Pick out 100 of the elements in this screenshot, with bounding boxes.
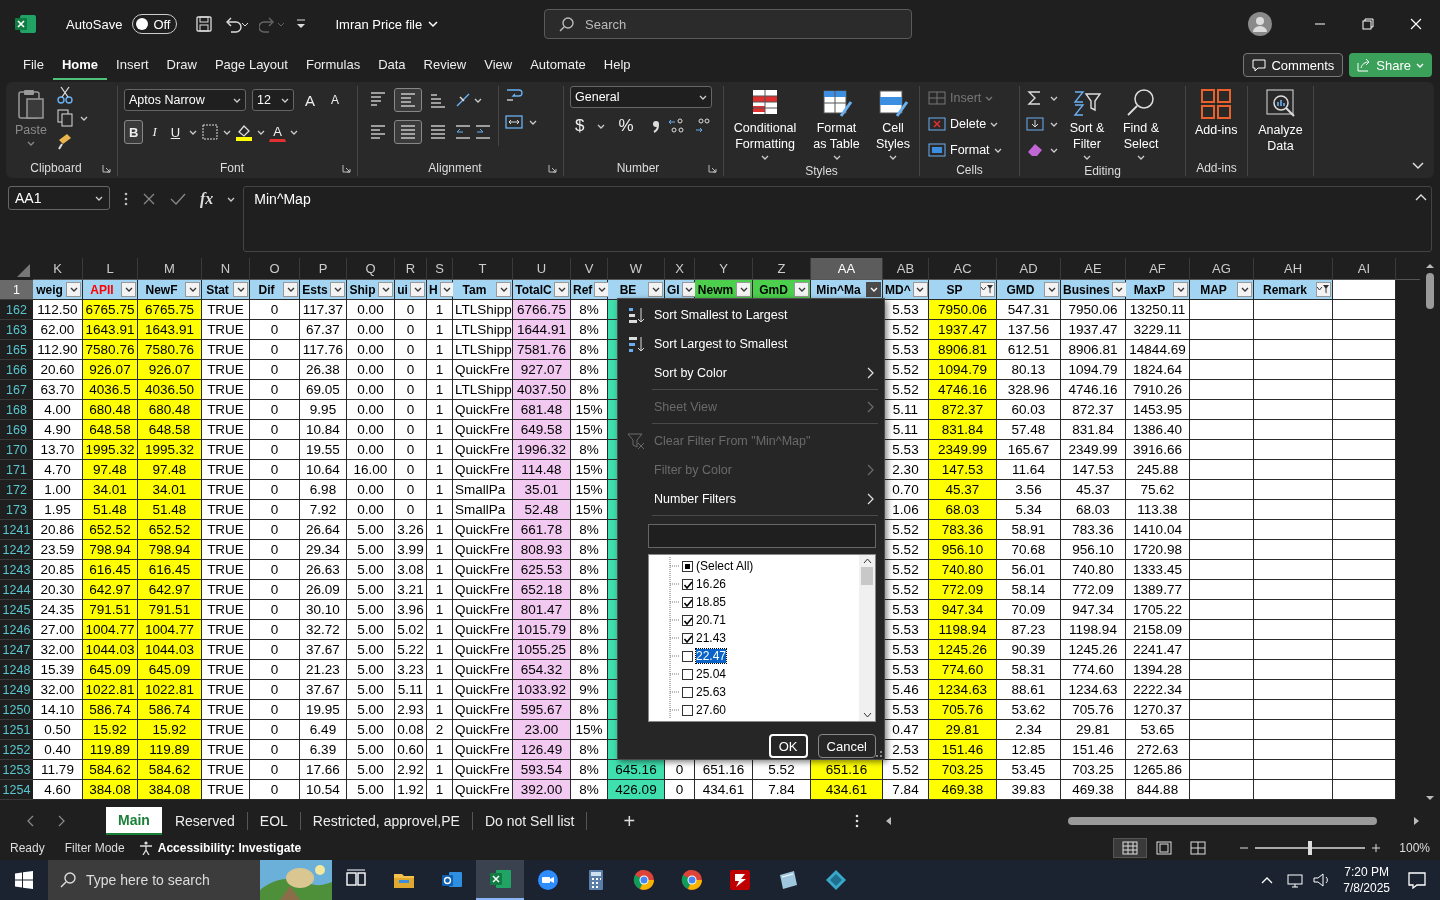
close-icon[interactable] bbox=[1410, 18, 1422, 30]
caret-icon[interactable] bbox=[1240, 286, 1249, 293]
add-sheet-button[interactable]: + bbox=[617, 808, 642, 834]
menu-item[interactable]: Number Filters bbox=[618, 484, 884, 513]
comments-button[interactable]: Comments bbox=[1243, 53, 1344, 77]
scroll-up-icon[interactable] bbox=[1425, 262, 1435, 269]
file-name[interactable]: Imran Price file bbox=[329, 15, 445, 33]
decrease-indent-icon[interactable] bbox=[454, 123, 472, 141]
sheet-tab[interactable]: Main bbox=[106, 807, 162, 835]
checkbox[interactable] bbox=[682, 668, 693, 680]
filter-button[interactable] bbox=[185, 282, 200, 297]
filter-button[interactable] bbox=[912, 282, 928, 297]
caret-icon[interactable] bbox=[651, 286, 660, 293]
value-label[interactable]: 18.85 bbox=[696, 595, 727, 609]
sheet-tab[interactable]: Reserved bbox=[162, 812, 248, 830]
chevron-up-icon[interactable] bbox=[1261, 876, 1274, 884]
find-select-button[interactable]: Find & Select bbox=[1116, 86, 1166, 163]
filter-button[interactable] bbox=[233, 282, 248, 297]
value-label[interactable]: 22.47 bbox=[696, 649, 727, 663]
checkbox[interactable] bbox=[682, 650, 693, 662]
dialog-launcher-icon[interactable] bbox=[342, 163, 351, 173]
value-label[interactable]: (Select All) bbox=[696, 559, 754, 573]
menu-tab[interactable]: Help bbox=[594, 50, 640, 80]
menu-tab[interactable]: Page Layout bbox=[205, 50, 297, 80]
checkbox[interactable] bbox=[682, 632, 693, 644]
caret-icon[interactable] bbox=[1047, 286, 1056, 293]
browser-icon[interactable] bbox=[633, 869, 655, 891]
value-label[interactable]: 27.60 bbox=[696, 703, 727, 717]
caret-icon[interactable] bbox=[916, 286, 925, 293]
restore-icon[interactable] bbox=[1362, 18, 1374, 30]
menu-item[interactable]: Sort by Color bbox=[618, 358, 884, 387]
filter-button[interactable] bbox=[1237, 282, 1252, 297]
menu-tab[interactable]: Formulas bbox=[296, 50, 370, 80]
analyze-data-button[interactable]: Analyze Data bbox=[1254, 86, 1307, 156]
caret-icon[interactable] bbox=[557, 286, 566, 293]
name-box[interactable]: AA1 bbox=[8, 186, 110, 210]
lightning-icon[interactable] bbox=[729, 869, 751, 891]
underline-button[interactable]: U bbox=[165, 120, 186, 144]
increase-indent-icon[interactable] bbox=[474, 123, 492, 141]
filter-button[interactable] bbox=[1173, 282, 1188, 297]
ok-button[interactable]: OK bbox=[768, 734, 808, 758]
copy-icon[interactable] bbox=[56, 109, 74, 127]
add-ins-button[interactable]: Add-ins bbox=[1192, 86, 1241, 140]
start-icon[interactable] bbox=[15, 871, 33, 889]
search-field[interactable] bbox=[648, 524, 876, 548]
notifications-icon[interactable] bbox=[1408, 871, 1426, 889]
fill-color-icon[interactable] bbox=[235, 123, 254, 141]
value-label[interactable]: 25.04 bbox=[696, 667, 727, 681]
menu-tab[interactable]: Home bbox=[52, 50, 108, 80]
format-cells-button[interactable]: Format bbox=[926, 138, 1004, 162]
sheet-tab[interactable]: EOL bbox=[247, 812, 301, 830]
paste-button[interactable]: Paste bbox=[12, 86, 50, 149]
fill-down-icon[interactable] bbox=[1026, 115, 1044, 133]
more-icon[interactable] bbox=[855, 814, 860, 828]
bold-button[interactable]: B bbox=[124, 120, 144, 144]
dialog-launcher-icon[interactable] bbox=[708, 163, 717, 173]
previous-sheet-icon[interactable] bbox=[26, 815, 34, 827]
center-button[interactable] bbox=[394, 120, 422, 144]
scroll-up-icon[interactable] bbox=[862, 558, 872, 564]
filter-button[interactable] bbox=[66, 282, 81, 297]
next-sheet-icon[interactable] bbox=[58, 815, 66, 827]
borders-icon[interactable] bbox=[201, 123, 220, 141]
expand-icon[interactable] bbox=[1415, 193, 1427, 201]
filter-button[interactable] bbox=[121, 282, 136, 297]
caret-icon[interactable] bbox=[381, 286, 390, 293]
font-select[interactable]: Aptos Narrow bbox=[124, 89, 246, 111]
checkbox[interactable] bbox=[682, 560, 693, 572]
scrollbar-thumb[interactable] bbox=[861, 567, 873, 585]
caret-icon[interactable] bbox=[1176, 286, 1185, 293]
notes-icon[interactable] bbox=[777, 869, 799, 891]
caret-icon[interactable] bbox=[236, 286, 245, 293]
menu-item[interactable]: Sort Largest to Smallest bbox=[618, 329, 884, 358]
scroll-right-icon[interactable] bbox=[1413, 816, 1420, 826]
menu-item[interactable]: Sort Smallest to Largest bbox=[618, 300, 884, 329]
insert-function-button[interactable]: fx bbox=[200, 190, 214, 208]
font-color-button[interactable]: A bbox=[269, 122, 286, 142]
caret-icon[interactable] bbox=[443, 286, 452, 293]
filter-button[interactable] bbox=[330, 282, 345, 297]
dialog-launcher-icon[interactable] bbox=[102, 163, 111, 173]
caret-icon[interactable] bbox=[1115, 286, 1124, 293]
caret-icon[interactable] bbox=[286, 286, 295, 293]
scrollbar-thumb[interactable] bbox=[1426, 273, 1434, 309]
filter-button[interactable] bbox=[554, 282, 569, 297]
middle-align-button[interactable] bbox=[394, 88, 422, 112]
caret-icon[interactable] bbox=[499, 286, 508, 293]
cut-icon[interactable] bbox=[56, 86, 74, 104]
caret-icon[interactable] bbox=[739, 286, 748, 293]
cell-styles-button[interactable]: Cell Styles bbox=[873, 86, 913, 163]
dialog-launcher-icon[interactable] bbox=[548, 163, 557, 173]
sort-filter-button[interactable]: Sort & Filter bbox=[1064, 86, 1110, 163]
page-break-icon[interactable] bbox=[1190, 841, 1207, 855]
scroll-down-icon[interactable] bbox=[862, 712, 872, 718]
video-camera-icon[interactable] bbox=[537, 869, 559, 891]
accessibility-status[interactable]: Accessibility: Investigate bbox=[157, 841, 302, 855]
menu-tab[interactable]: Data bbox=[369, 50, 415, 80]
resize-grip-icon[interactable] bbox=[875, 750, 883, 758]
avatar-icon[interactable] bbox=[1248, 12, 1272, 36]
spreadsheet-icon[interactable] bbox=[489, 868, 511, 890]
value-label[interactable]: 20.71 bbox=[696, 613, 727, 627]
checkbox[interactable] bbox=[682, 596, 693, 608]
